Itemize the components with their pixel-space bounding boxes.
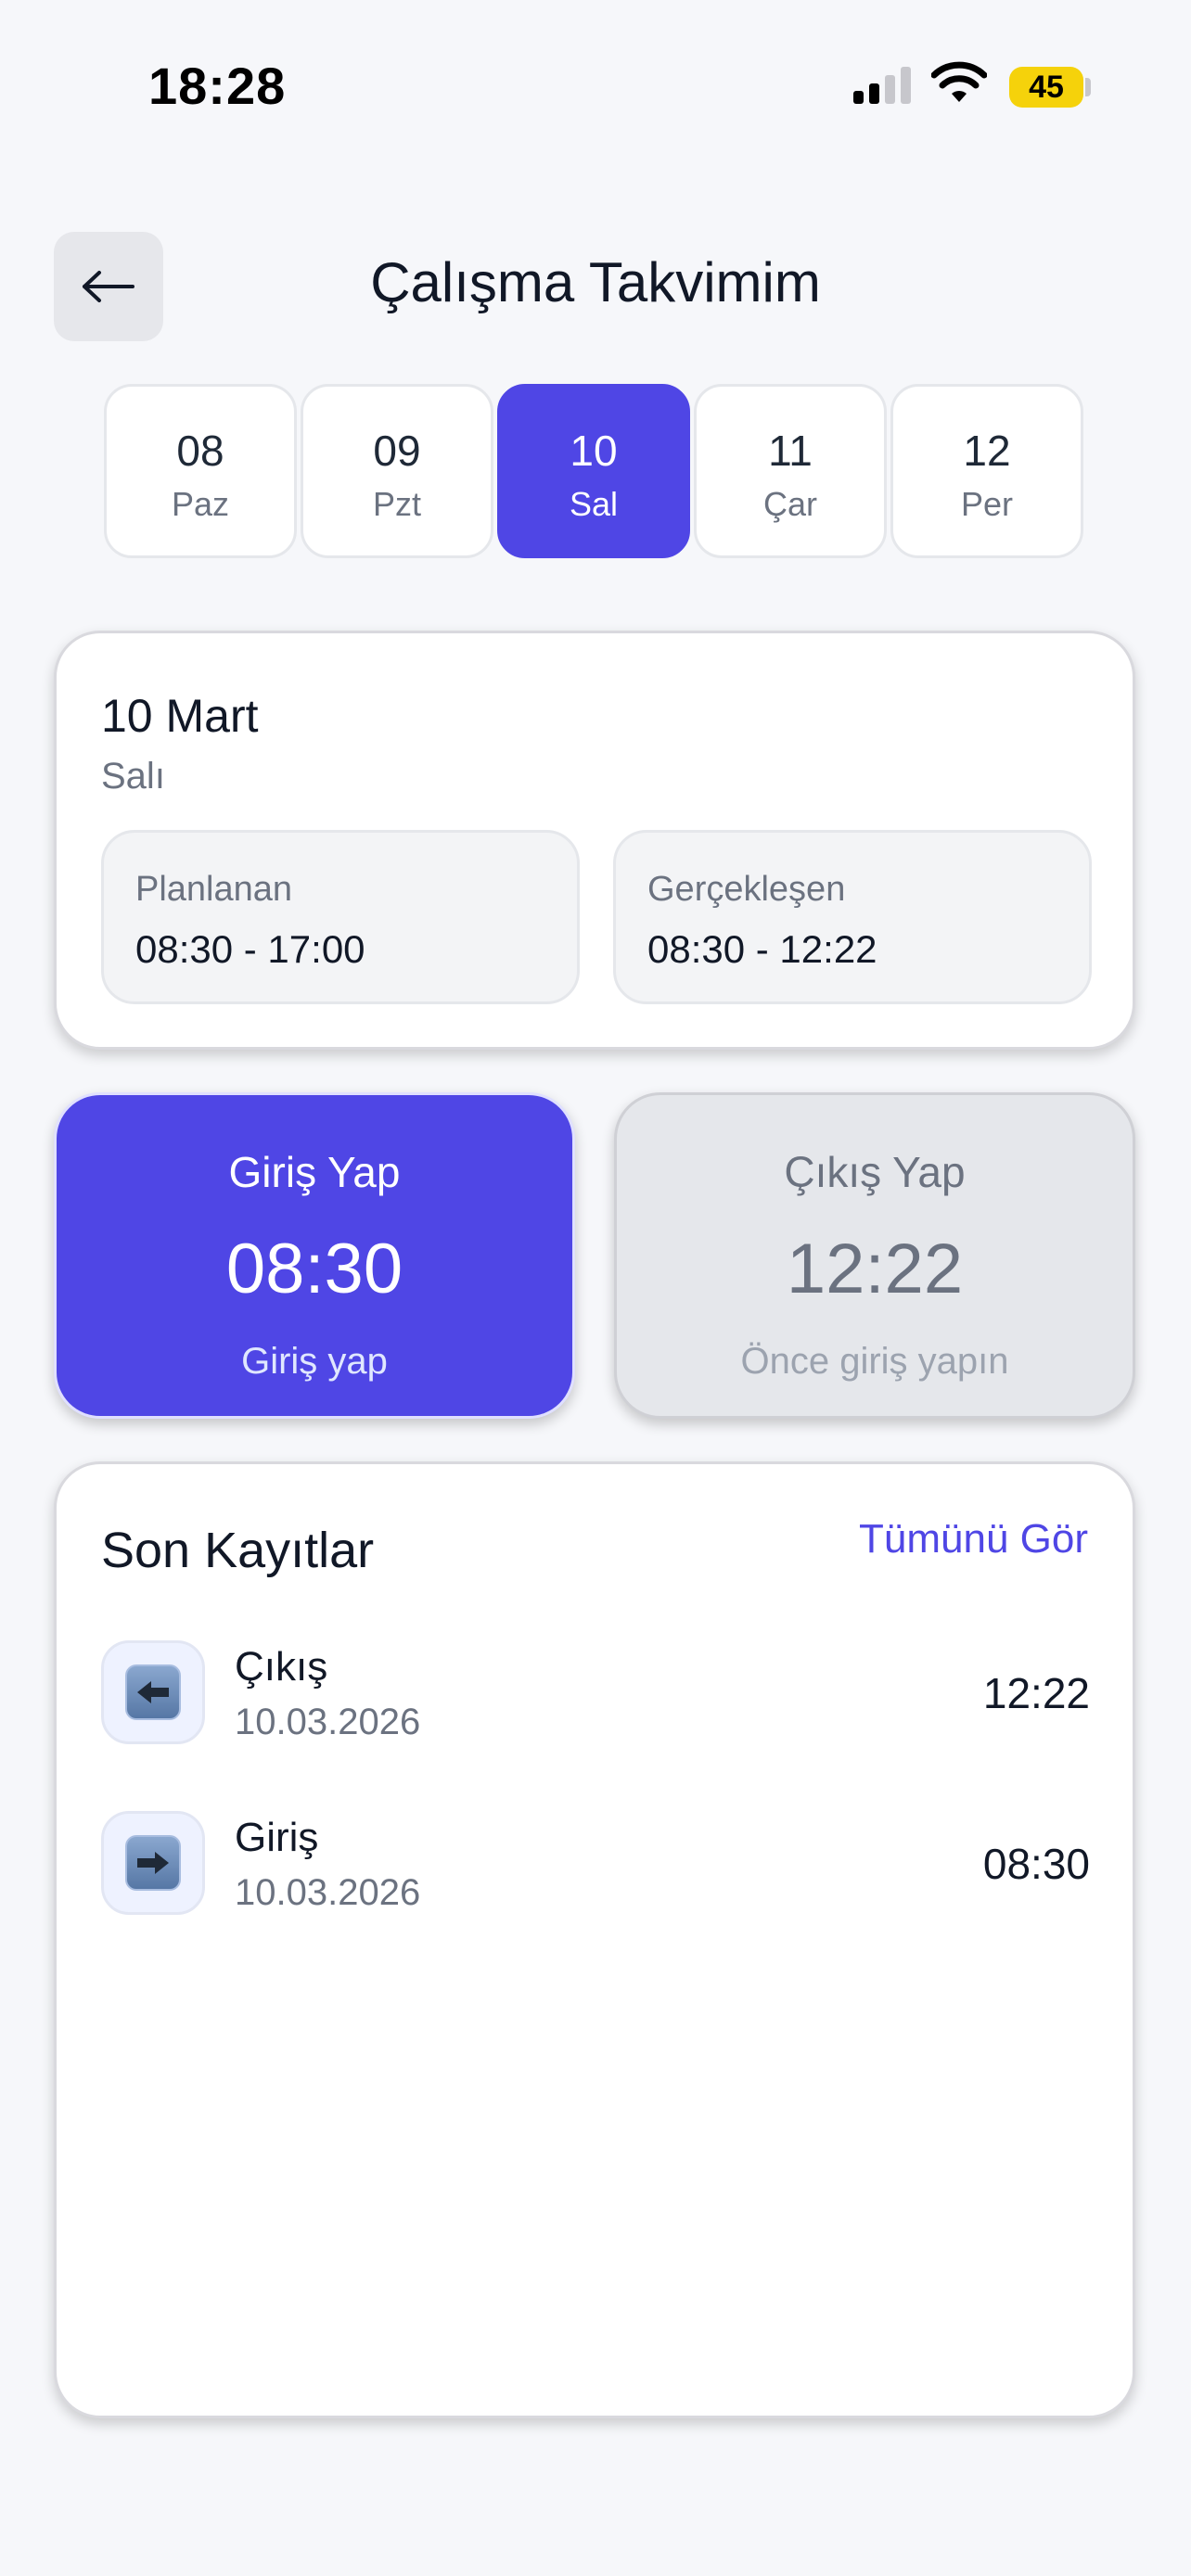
wifi-icon bbox=[931, 61, 987, 102]
day-name: Paz bbox=[171, 485, 230, 523]
check-in-title: Giriş Yap bbox=[228, 1148, 401, 1196]
day-name: Pzt bbox=[372, 485, 421, 523]
arrow-left-box-icon bbox=[125, 1664, 181, 1720]
day-number: 11 bbox=[768, 427, 813, 475]
check-out-button[interactable]: Çıkış Yap 12:22 Önce giriş yapın bbox=[614, 1092, 1135, 1419]
day-number: 09 bbox=[373, 427, 421, 475]
record-type: Çıkış bbox=[235, 1644, 328, 1690]
check-in-time: 08:30 bbox=[225, 1230, 403, 1308]
day-name: Çar bbox=[762, 485, 817, 523]
check-in-subtitle: Giriş yap bbox=[241, 1341, 388, 1382]
recent-records-card: Son Kayıtlar Tümünü Gör Çıkış 10.03.2026… bbox=[54, 1461, 1135, 2418]
record-row[interactable]: Çıkış 10.03.2026 12:22 bbox=[101, 1640, 1090, 1744]
day-pill-08[interactable]: 08 Paz bbox=[104, 384, 297, 558]
day-pill-12[interactable]: 12 Per bbox=[890, 384, 1083, 558]
record-time: 12:22 bbox=[982, 1669, 1090, 1717]
day-pill-11[interactable]: 11 Çar bbox=[694, 384, 887, 558]
page-title: Çalışma Takvimim bbox=[370, 251, 821, 313]
day-number: 12 bbox=[963, 427, 1011, 475]
record-icon-container bbox=[101, 1811, 205, 1915]
actual-time-box: Gerçekleşen 08:30 - 12:22 bbox=[613, 830, 1092, 1004]
check-out-subtitle: Önce giriş yapın bbox=[740, 1341, 1009, 1382]
signal-icon bbox=[853, 67, 911, 104]
day-selector: 08 Paz 09 Pzt 10 Sal 11 Çar 12 Per bbox=[104, 384, 1087, 558]
day-name: Sal bbox=[569, 485, 619, 523]
actual-label: Gerçekleşen bbox=[647, 870, 846, 909]
check-out-title: Çıkış Yap bbox=[784, 1148, 966, 1196]
record-type: Giriş bbox=[235, 1815, 319, 1860]
see-all-link[interactable]: Tümünü Gör bbox=[859, 1516, 1088, 1562]
battery-level: 45 bbox=[1029, 69, 1064, 105]
status-bar: 18:28 45 bbox=[0, 0, 1191, 176]
day-number: 08 bbox=[176, 427, 224, 475]
check-in-button[interactable]: Giriş Yap 08:30 Giriş yap bbox=[54, 1092, 575, 1419]
date-weekday: Salı bbox=[101, 756, 165, 797]
records-title: Son Kayıtlar bbox=[101, 1523, 375, 1578]
check-out-time: 12:22 bbox=[786, 1230, 964, 1308]
status-time: 18:28 bbox=[148, 57, 287, 115]
record-row[interactable]: Giriş 10.03.2026 08:30 bbox=[101, 1811, 1090, 1915]
planned-value: 08:30 - 17:00 bbox=[135, 927, 365, 971]
planned-time-box: Planlanan 08:30 - 17:00 bbox=[101, 830, 580, 1004]
planned-label: Planlanan bbox=[135, 870, 293, 909]
date-title: 10 Mart bbox=[101, 690, 259, 742]
day-pill-10-selected[interactable]: 10 Sal bbox=[497, 384, 690, 558]
record-date: 10.03.2026 bbox=[235, 1872, 421, 1913]
day-name: Per bbox=[960, 485, 1014, 523]
battery-icon: 45 bbox=[1009, 67, 1083, 108]
record-icon-container bbox=[101, 1640, 205, 1744]
arrow-right-box-icon bbox=[125, 1835, 181, 1891]
actual-value: 08:30 - 12:22 bbox=[647, 927, 877, 971]
battery-tip bbox=[1085, 78, 1091, 96]
day-pill-09[interactable]: 09 Pzt bbox=[301, 384, 493, 558]
day-number: 10 bbox=[570, 427, 618, 475]
record-time: 08:30 bbox=[982, 1840, 1090, 1888]
date-card: 10 Mart Salı Planlanan 08:30 - 17:00 Ger… bbox=[54, 631, 1135, 1050]
record-date: 10.03.2026 bbox=[235, 1702, 421, 1742]
